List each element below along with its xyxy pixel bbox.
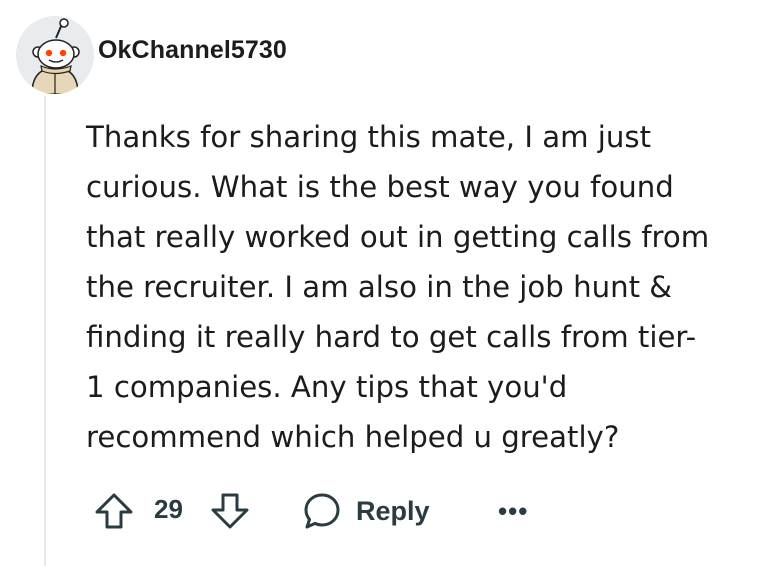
comment-body: Thanks for sharing this mate, I am just … — [86, 120, 710, 454]
reply-button[interactable]: Reply — [302, 486, 430, 536]
thread-line[interactable] — [44, 96, 46, 566]
comment: OkChannel5730 Thanks for sharing this ma… — [0, 0, 781, 566]
speech-bubble-icon — [304, 493, 340, 529]
upvote-arrow-icon — [95, 493, 133, 529]
more-options-button[interactable]: ••• — [498, 486, 528, 536]
avatar[interactable] — [16, 16, 94, 94]
more-options-icon: ••• — [498, 495, 529, 526]
comment-actions: 29 Reply ••• — [94, 486, 574, 536]
downvote-button[interactable] — [210, 486, 250, 536]
author-username[interactable]: OkChannel5730 — [98, 36, 287, 65]
downvote-arrow-icon — [211, 493, 249, 529]
upvote-button[interactable] — [94, 486, 134, 536]
reply-label: Reply — [356, 495, 430, 526]
vote-score: 29 — [154, 494, 183, 524]
snoo-avatar-icon — [16, 16, 94, 94]
